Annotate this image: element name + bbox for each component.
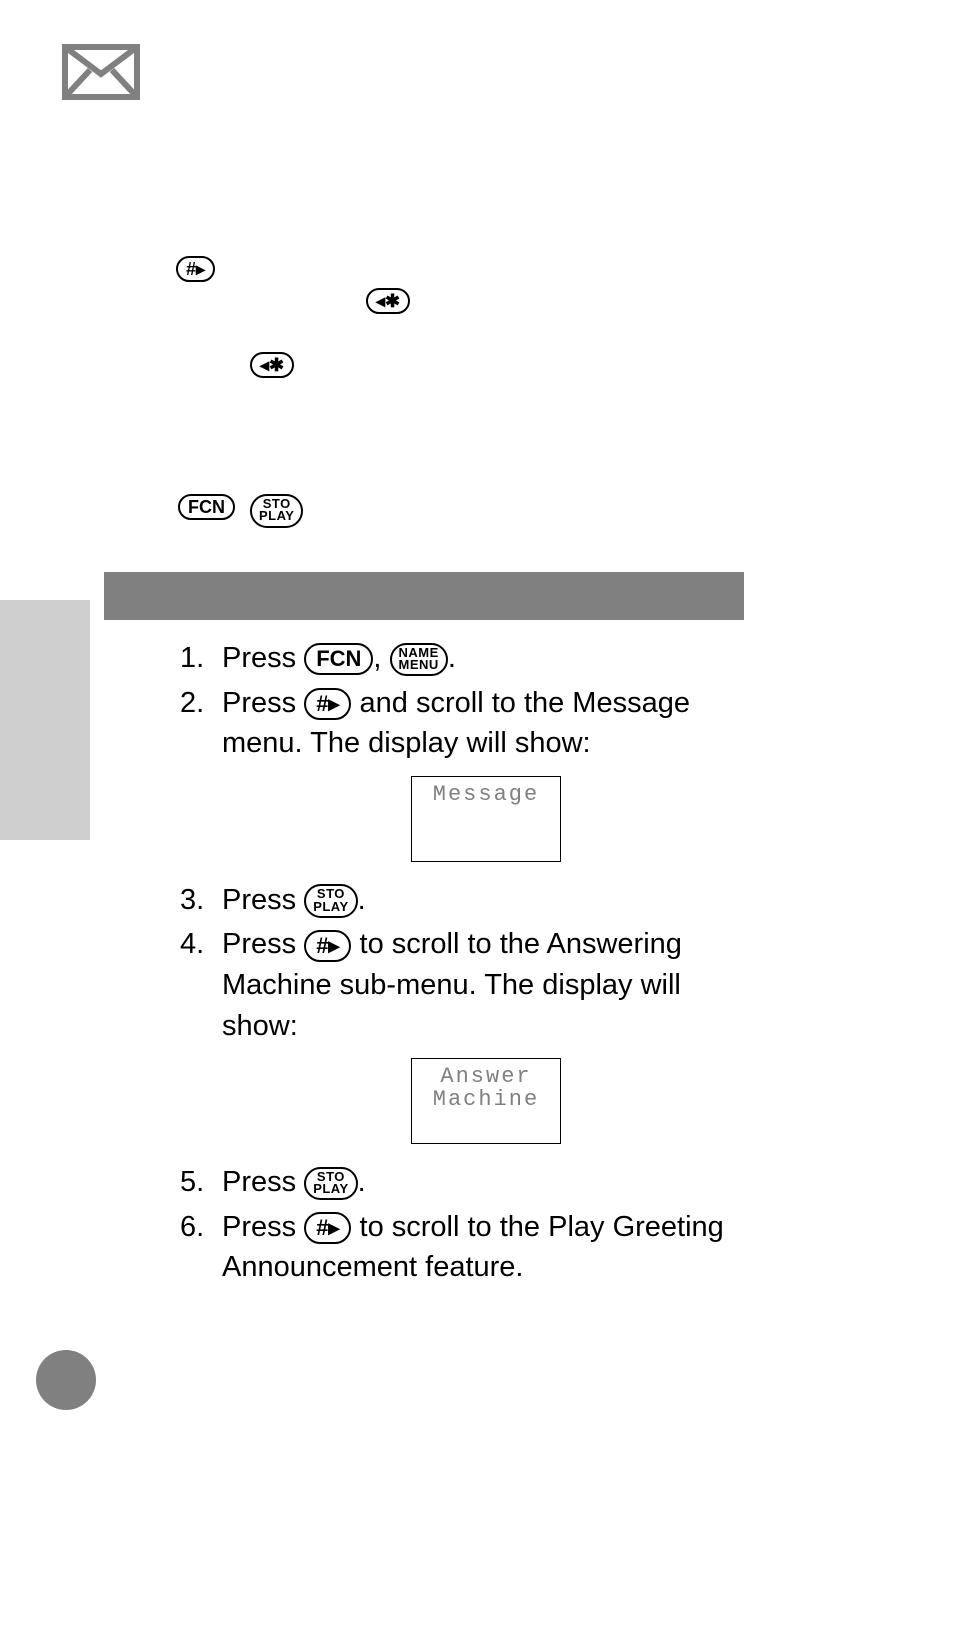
step-number: 6. [180, 1207, 222, 1288]
hash-key-icon: #▸ [304, 688, 351, 720]
step-4: 4. Press #▸ to scroll to the Answering M… [180, 924, 750, 1158]
step-number: 2. [180, 683, 222, 876]
step-text: Press [222, 1211, 304, 1243]
page-number-circle [36, 1350, 96, 1410]
sto-play-key-icon: STO PLAY [250, 494, 303, 528]
lcd-display: Message [411, 776, 561, 862]
step-text: Press [222, 1166, 304, 1198]
step-3: 3. Press STOPLAY. [180, 880, 750, 921]
lcd-line: Answer [440, 1065, 531, 1088]
step-text: Press [222, 884, 304, 916]
lcd-display: Answer Machine [411, 1058, 561, 1144]
step-2: 2. Press #▸ and scroll to the Message me… [180, 683, 750, 876]
lcd-line: Message [433, 783, 539, 806]
star-key-icon: ◂✱ [250, 352, 294, 378]
step-text: Press [222, 928, 304, 960]
step-number: 1. [180, 638, 222, 679]
step-text: . [358, 1166, 366, 1198]
section-bar [104, 572, 744, 620]
fcn-key-icon: FCN [304, 643, 373, 675]
step-text: Press [222, 687, 304, 719]
fcn-key-icon: FCN [178, 494, 235, 520]
hash-key-icon: #▸ [304, 930, 351, 962]
step-text: Press [222, 642, 304, 674]
sto-play-key-icon: STOPLAY [304, 884, 357, 918]
step-6: 6. Press #▸ to scroll to the Play Greeti… [180, 1207, 750, 1288]
step-number: 5. [180, 1162, 222, 1203]
sto-play-key-icon: STOPLAY [304, 1167, 357, 1201]
instruction-steps: 1. Press FCN, NAMEMENU. 2. Press #▸ and … [180, 638, 750, 1292]
star-key-icon: ◂✱ [366, 288, 410, 314]
step-5: 5. Press STOPLAY. [180, 1162, 750, 1203]
lcd-line: Machine [433, 1088, 539, 1111]
step-text: . [448, 642, 456, 674]
name-menu-key-icon: NAMEMENU [390, 643, 448, 677]
step-number: 4. [180, 924, 222, 1158]
step-number: 3. [180, 880, 222, 921]
envelope-icon [62, 44, 140, 100]
step-1: 1. Press FCN, NAMEMENU. [180, 638, 750, 679]
step-text: , [373, 642, 389, 674]
hash-key-icon: #▸ [176, 256, 215, 282]
hash-key-icon: #▸ [304, 1212, 351, 1244]
side-tab [0, 600, 90, 840]
step-text: . [358, 884, 366, 916]
